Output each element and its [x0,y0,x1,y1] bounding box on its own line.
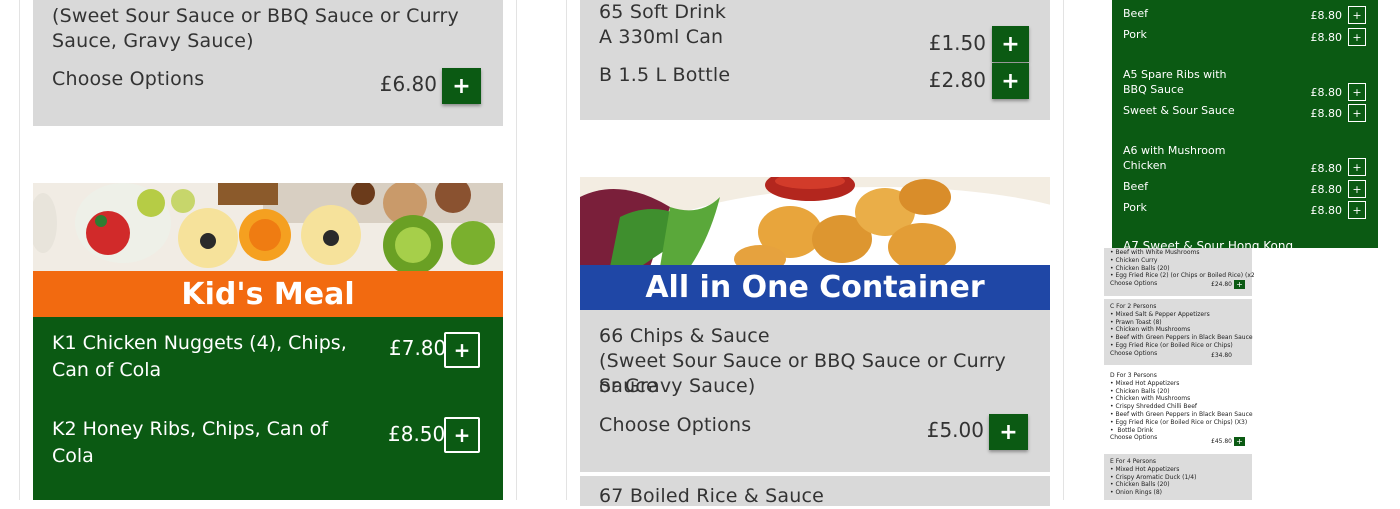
side-item-label: A5 Spare Ribs with [1123,68,1227,81]
kids-meal-image [33,183,503,273]
side-item-price: £8.80 [1310,31,1343,44]
side-menu-panel: Beef £8.80 + Pork £8.80 + A5 Spare Ribs … [1112,0,1378,248]
add-to-cart-button[interactable]: + [1348,83,1366,101]
item-description-line: (Sweet Sour Sauce or BBQ Sauce or Curry [52,5,459,27]
side-item-label: Chicken [1123,159,1167,172]
item-name-line: Cola [52,445,94,467]
option-price: £2.80 [928,68,986,92]
add-to-cart-button[interactable]: + [992,63,1029,99]
set-menu-card: C For 2 Persons • Mixed Salt & Pepper Ap… [1104,299,1253,410]
set-menu-price: £45.80 [1211,438,1232,445]
set-menu-card: E For 4 Persons • Mixed Hot Appetizers •… [1104,454,1252,500]
side-item-label: A7 Sweet & Sour Hong Kong [1123,239,1294,248]
add-to-cart-button[interactable]: + [1348,6,1366,24]
item-name-line: K1 Chicken Nuggets (4), Chips, [52,332,347,354]
option-label: A 330ml Can [599,26,724,48]
add-to-cart-button[interactable]: + [1234,437,1245,446]
set-menu-card: D For 3 Persons • Mixed Hot Appetizers •… [1104,368,1253,450]
item-title: 65 Soft Drink [599,1,727,23]
set-menu-price: £24.80 [1211,281,1232,288]
option-price: £1.50 [928,31,986,55]
item-name-line: Can of Cola [52,359,162,381]
choose-options-link[interactable]: Choose Options [52,67,204,92]
side-item-label: Sweet & Sour Sauce [1123,104,1235,117]
item-price: £7.80 [389,336,447,360]
item-name-line: or Gravy Sauce) [599,375,756,397]
set-menu-text: C For 2 Persons • Mixed Salt & Pepper Ap… [1110,303,1253,357]
item-name-line: 66 Chips & Sauce [599,325,770,347]
add-to-cart-button[interactable]: + [992,26,1029,62]
add-to-cart-button[interactable]: + [1348,104,1366,122]
container-image [580,177,1050,267]
item-price: £6.80 [379,72,437,96]
side-item-label: A6 with Mushroom [1123,144,1226,157]
menu-item-card: 66 Chips & Sauce (Sweet Sour Sauce or BB… [580,310,1050,472]
add-to-cart-button[interactable]: + [1234,280,1245,289]
add-to-cart-button[interactable]: + [442,68,481,104]
side-item-price: £8.80 [1310,107,1343,120]
set-menu-text: D For 3 Persons • Mixed Hot Appetizers •… [1110,372,1253,442]
kids-meal-panel: K1 Chicken Nuggets (4), Chips, Can of Co… [33,317,503,500]
menu-column-1: (Sweet Sour Sauce or BBQ Sauce or Curry … [19,0,517,500]
item-price: £5.00 [926,418,984,442]
side-item-label: BBQ Sauce [1123,83,1184,96]
side-item-label: Pork [1123,28,1147,41]
add-to-cart-button[interactable]: + [1348,28,1366,46]
container-title: All in One Container [580,265,1050,310]
set-menu-text: • Beef with White Mushrooms • Chicken Cu… [1110,249,1254,288]
menu-item-card: 65 Soft Drink A 330ml Can £1.50 + B 1.5 … [580,0,1050,120]
side-item-price: £8.80 [1310,9,1343,22]
item-price: £8.50 [388,422,446,446]
choose-options-link[interactable]: Choose Options [599,413,751,438]
side-item-label: Beef [1123,180,1148,193]
set-menu-panel: • Beef with White Mushrooms • Chicken Cu… [1104,248,1254,500]
set-menu-text: E For 4 Persons • Mixed Hot Appetizers •… [1110,458,1197,497]
menu-item-card: (Sweet Sour Sauce or BBQ Sauce or Curry … [33,0,503,126]
menu-column-2: 65 Soft Drink A 330ml Can £1.50 + B 1.5 … [566,0,1064,507]
set-menu-price: £34.80 [1211,352,1232,359]
menu-item-card: 67 Boiled Rice & Sauce [580,476,1050,507]
add-to-cart-button[interactable]: + [444,332,480,368]
item-description-line: Sauce, Gravy Sauce) [52,30,254,52]
add-to-cart-button[interactable]: + [1348,180,1366,198]
add-to-cart-button[interactable]: + [989,414,1028,450]
add-to-cart-button[interactable]: + [444,417,480,453]
add-to-cart-button[interactable]: + [1348,201,1366,219]
item-name-line: K2 Honey Ribs, Chips, Can of [52,418,328,440]
set-menu-card: • Beef with White Mushrooms • Chicken Cu… [1104,248,1254,296]
side-item-price: £8.80 [1310,204,1343,217]
kids-meal-title: Kid's Meal [33,271,503,317]
side-item-price: £8.80 [1310,183,1343,196]
item-title: 67 Boiled Rice & Sauce [599,485,825,507]
side-item-price: £8.80 [1310,86,1343,99]
side-item-label: Beef [1123,7,1148,20]
add-to-cart-button[interactable]: + [1348,158,1366,176]
side-item-price: £8.80 [1310,162,1343,175]
side-item-label: Pork [1123,201,1147,214]
option-label: B 1.5 L Bottle [599,64,731,86]
